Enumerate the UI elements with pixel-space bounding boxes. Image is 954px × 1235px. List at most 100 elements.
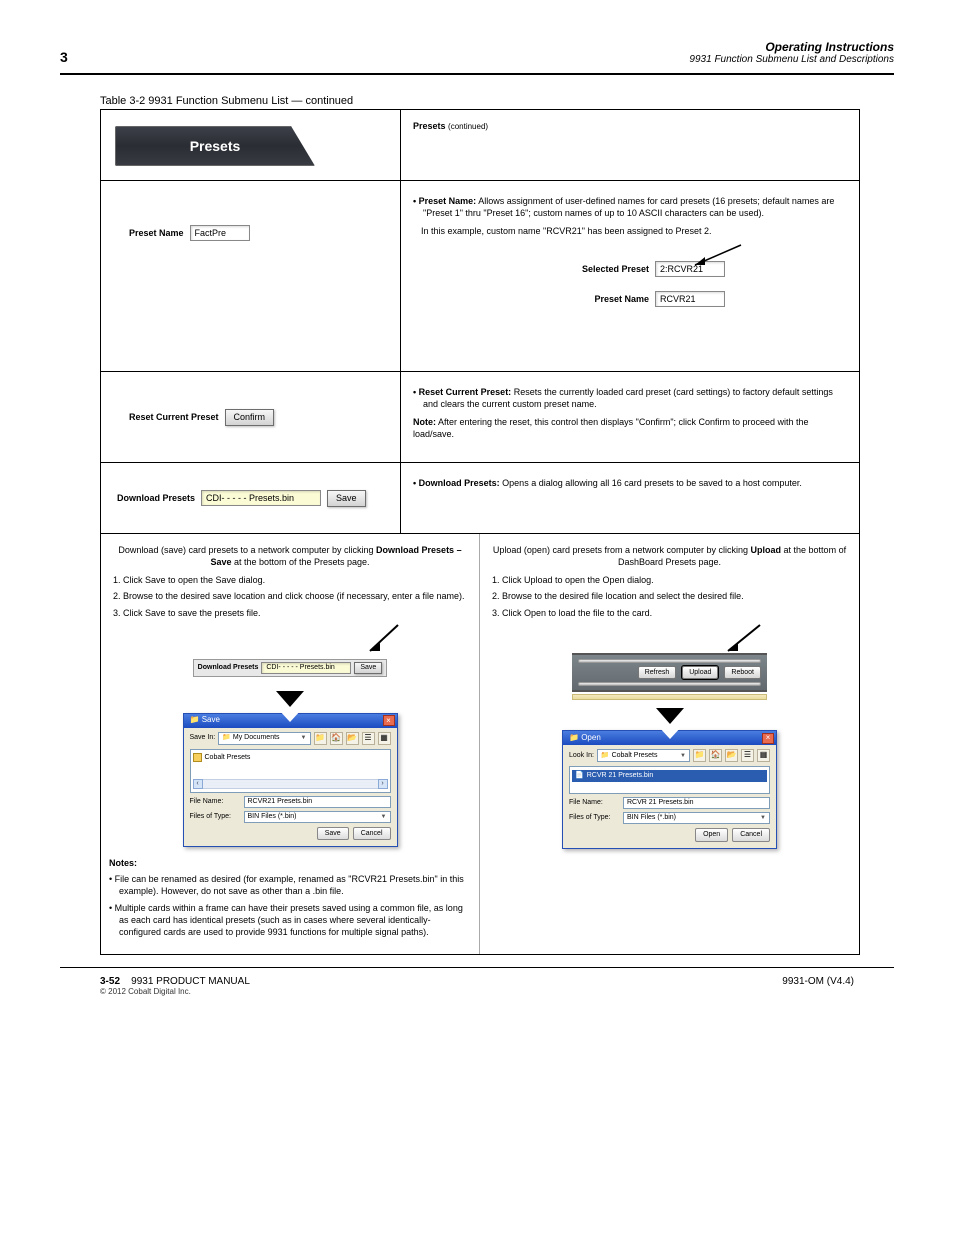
scrollbar-track[interactable] <box>203 779 378 789</box>
chevron-down-icon: ▼ <box>301 734 307 742</box>
new-folder-icon[interactable]: 📂 <box>725 749 738 762</box>
folder-icon <box>193 753 202 762</box>
preset-name-label2: Preset Name <box>594 293 649 305</box>
note-text: After entering the reset, this control t… <box>413 417 809 439</box>
scroll-left-icon[interactable]: ‹ <box>193 779 203 789</box>
dialog-cancel-button[interactable]: Cancel <box>353 827 391 840</box>
list-item: Browse to the desired save location and … <box>123 590 471 602</box>
header-subtitle: 9931 Function Submenu List and Descripti… <box>689 54 894 65</box>
up-folder-icon[interactable]: 📁 <box>314 732 327 745</box>
folder-icon: 📁 <box>601 752 610 759</box>
right-heading: Presets <box>413 121 446 131</box>
copyright: © 2012 Cobalt Digital Inc. <box>100 987 250 996</box>
download-filename-field[interactable]: CDI- - - - - Presets.bin <box>201 490 321 506</box>
divider <box>60 73 894 75</box>
table-row: Preset Name FactPre • Preset Name: Allow… <box>101 180 859 371</box>
doc-title: 9931 PRODUCT MANUAL <box>131 976 250 987</box>
save-in-combo[interactable]: 📁 My Documents ▼ <box>218 732 310 745</box>
annotation-arrow <box>683 243 743 271</box>
save-procedure-heading: Download (save) card presets to a networ… <box>118 545 461 567</box>
selected-file-item[interactable]: 📄RCVR 21 Presets.bin <box>572 770 767 781</box>
save-button[interactable]: Save <box>327 490 366 507</box>
file-icon: 📄 <box>575 771 584 780</box>
upload-steps-list: Click Upload to open the Open dialog. Br… <box>502 574 851 618</box>
file-name-label: File Name: <box>569 798 619 807</box>
file-name-input[interactable]: RCVR21 Presets.bin <box>244 796 391 808</box>
file-pane[interactable]: Cobalt Presets ‹ › <box>190 749 391 793</box>
up-folder-icon[interactable]: 📁 <box>693 749 706 762</box>
chevron-down-icon: ▼ <box>760 814 766 822</box>
bullet-label: • Download Presets: <box>413 478 500 488</box>
bullet-label: • Reset Current Preset: <box>413 387 511 397</box>
file-name-label: File Name: <box>190 797 240 806</box>
list-item: Click Save to open the Save dialog. <box>123 574 471 586</box>
annotation-arrow <box>350 623 410 663</box>
dialog-save-button[interactable]: Save <box>317 827 349 840</box>
folder-icon: 📁 <box>190 715 200 724</box>
home-icon[interactable]: 🏠 <box>709 749 722 762</box>
dialog-cancel-button[interactable]: Cancel <box>732 828 770 841</box>
dl-label: Download Presets <box>198 663 259 672</box>
scroll-right-icon[interactable]: › <box>378 779 388 789</box>
doc-version: 9931-OM (V4.4) <box>782 976 854 996</box>
file-type-combo[interactable]: BIN Files (*.bin)▼ <box>623 812 770 824</box>
details-view-icon[interactable]: ▦ <box>757 749 770 762</box>
folder-item[interactable]: Cobalt Presets <box>193 753 388 762</box>
preset-name-label: Preset Name <box>129 228 184 238</box>
table-row: Download (save) card presets to a networ… <box>101 533 859 954</box>
selected-preset-block: Selected Preset 2:RCVR21 Preset Name RCV… <box>535 257 725 311</box>
list-item: Browse to the desired file location and … <box>502 590 851 602</box>
bullet-text: Allows assignment of user-defined names … <box>423 196 834 218</box>
continued-tag: (continued) <box>448 122 488 131</box>
list-item: Click Save to save the presets file. <box>123 607 471 619</box>
notes-label: Notes: <box>109 858 137 868</box>
look-in-combo[interactable]: 📁 Cobalt Presets ▼ <box>597 749 690 762</box>
preset-name-input[interactable]: FactPre <box>190 225 250 241</box>
list-view-icon[interactable]: ☰ <box>362 732 375 745</box>
dialog-title: Open <box>581 733 601 742</box>
list-item: Click Upload to open the Open dialog. <box>502 574 851 586</box>
chapter-number: 3 <box>60 49 68 65</box>
note-item: • Multiple cards within a frame can have… <box>119 902 471 938</box>
bullet-label: • Preset Name: <box>413 196 476 206</box>
close-icon[interactable]: × <box>383 715 395 726</box>
file-type-combo[interactable]: BIN Files (*.bin)▼ <box>244 811 391 823</box>
page-number: 3-52 <box>100 976 120 987</box>
bullet-text: Opens a dialog allowing all 16 card pres… <box>500 478 802 488</box>
page-footer: 3-52 9931 PRODUCT MANUAL © 2012 Cobalt D… <box>100 976 854 996</box>
save-dialog: 📁 Save × Save In: 📁 My Documents ▼ <box>183 713 398 847</box>
file-pane[interactable]: 📄RCVR 21 Presets.bin <box>569 766 770 794</box>
dialog-title: Save <box>202 715 220 724</box>
home-icon[interactable]: 🏠 <box>330 732 343 745</box>
function-table: Presets Presets (continued) Preset Name … <box>100 109 860 955</box>
look-in-label: Look In: <box>569 751 594 760</box>
annotation-arrow <box>710 623 770 659</box>
upload-button[interactable]: Upload <box>682 666 718 679</box>
details-view-icon[interactable]: ▦ <box>378 732 391 745</box>
note-label: Note: <box>413 417 436 427</box>
dialog-open-button[interactable]: Open <box>695 828 728 841</box>
list-item: Click Open to load the file to the card. <box>502 607 851 619</box>
table-row: Download Presets CDI- - - - - Presets.bi… <box>101 462 859 533</box>
download-presets-widget: Download Presets CDI- - - - - Presets.bi… <box>193 659 388 677</box>
close-icon[interactable]: × <box>762 733 774 744</box>
note-item: • File can be renamed as desired (for ex… <box>119 873 471 897</box>
confirm-button[interactable]: Confirm <box>225 409 275 426</box>
list-view-icon[interactable]: ☰ <box>741 749 754 762</box>
file-type-label: Files of Type: <box>190 812 240 821</box>
chevron-down-icon: ▼ <box>680 752 686 760</box>
status-strip <box>572 694 767 700</box>
reboot-button[interactable]: Reboot <box>724 666 761 679</box>
upload-procedure-heading: Upload (open) card presets from a networ… <box>493 545 846 567</box>
dl-save-button[interactable]: Save <box>354 662 382 674</box>
new-folder-icon[interactable]: 📂 <box>346 732 359 745</box>
table-caption: Table 3-2 9931 Function Submenu List — c… <box>100 95 894 107</box>
save-steps-list: Click Save to open the Save dialog. Brow… <box>123 574 471 618</box>
refresh-button[interactable]: Refresh <box>638 666 677 679</box>
preset-name-value2[interactable]: RCVR21 <box>655 291 725 307</box>
down-arrow-icon <box>276 691 304 707</box>
file-name-input[interactable]: RCVR 21 Presets.bin <box>623 797 770 809</box>
dl-field[interactable]: CDI- - - - - Presets.bin <box>261 662 351 674</box>
folder-icon: 📁 <box>569 733 579 742</box>
down-arrow-icon <box>656 708 684 724</box>
